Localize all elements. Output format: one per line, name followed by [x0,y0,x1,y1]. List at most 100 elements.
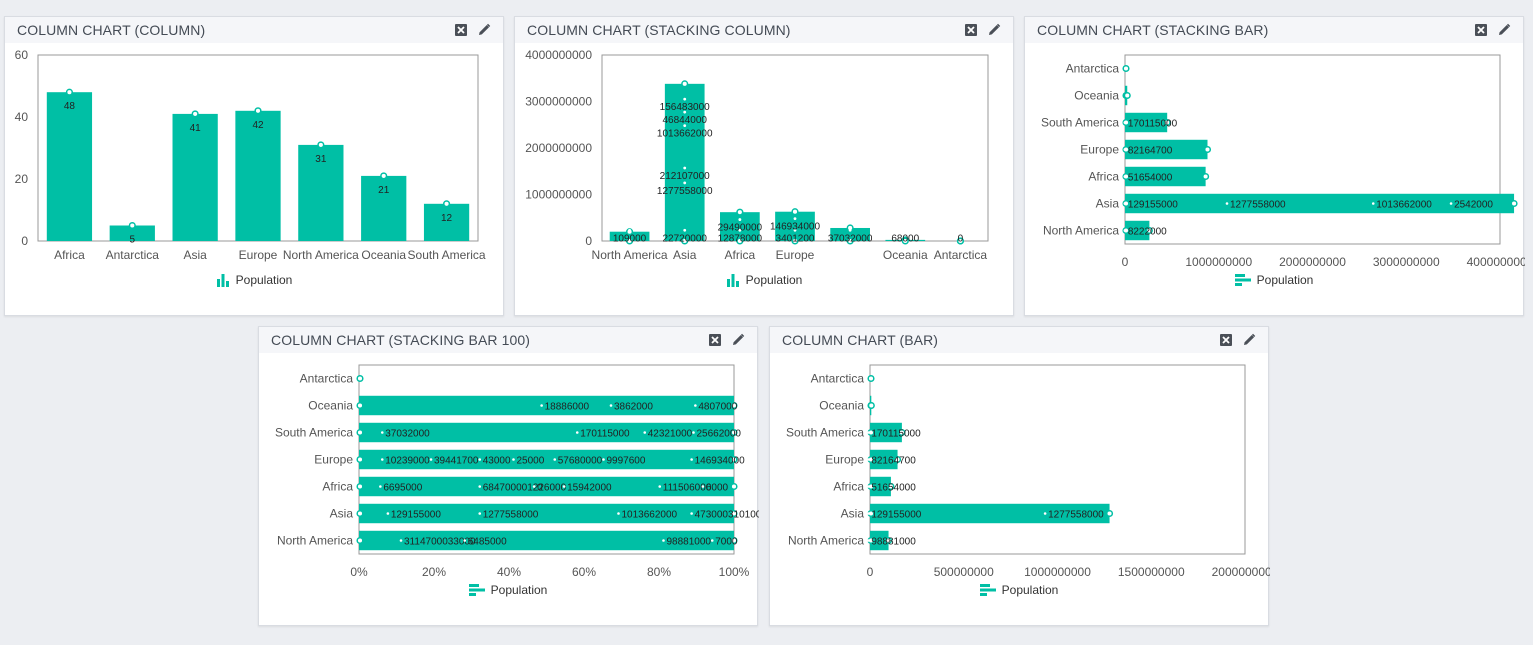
bar-base-marker [356,536,364,545]
segment-label: 47300031010000 [695,510,759,521]
segment-label: 37032000 [385,429,430,440]
data-label: 12 [441,213,453,224]
x-tick-label: 40% [497,565,521,579]
segment-label: 146934000 [695,456,745,467]
segment-label: 1013662000 [622,510,678,521]
legend-item-population[interactable]: Population [1234,273,1313,287]
segment-marker [683,228,687,232]
bar-end-marker [1203,145,1212,154]
close-icon[interactable] [707,332,723,348]
y-tick-label: Oceania [308,399,353,413]
segment-label: 1277558000 [1048,510,1104,521]
x-tick-label: 1000000000 [1185,255,1252,269]
segment-marker [658,485,662,488]
legend-item-population[interactable]: Population [216,273,292,287]
bar [46,92,93,241]
segment-label: 25662000 [697,429,742,440]
x-tick-label: 0 [1122,255,1129,269]
segment-marker [867,458,870,461]
panel-header: COLUMN CHART (BAR) [770,327,1268,353]
segment-label: 170115000 [1128,119,1178,130]
y-tick-label: 0 [21,234,28,248]
bar-chart: 0 500000000 1000000000 1500000000 2000000000… [786,364,1270,579]
bar-end-marker [1510,199,1518,208]
legend-item-population[interactable]: Population [979,583,1058,597]
segment-label: 1277558000 [483,510,539,521]
data-label: 31 [315,154,327,165]
segment-marker [690,512,693,515]
bar-base-marker [356,509,364,518]
close-icon[interactable] [1218,332,1234,348]
chart-panel-bar: COLUMN CHART (BAR) 0 500000000 1000000000 1… [769,326,1270,626]
segment-marker [738,218,742,221]
x-tick-label: 3000000000 [1373,255,1440,269]
segment-label: 3862000 [614,402,653,413]
y-tick-label: North America [788,534,864,548]
legend-label: Population [490,583,548,597]
bar-base-marker [356,455,364,464]
segment-label: 6695000 [383,483,422,494]
segment-marker [478,485,482,488]
segment-label: 42321000 [648,429,693,440]
segment-marker [692,431,695,434]
segment-marker [1449,202,1453,205]
segment-label: 2542000 [1454,200,1493,211]
y-tick-label: 3000000000 [525,95,592,109]
data-label: 42 [252,120,264,131]
y-tick-label: Asia [841,507,865,521]
segment-label: 109000 [613,233,647,244]
segment-marker [553,458,557,461]
legend-item-population[interactable]: Population [468,583,548,597]
y-tick-label: 60 [15,48,29,62]
bar-base-marker [356,401,364,410]
close-icon[interactable] [963,22,979,38]
x-tick-label: 4000000000 [1467,255,1525,269]
segment-marker [540,404,543,407]
pencil-icon[interactable] [1496,22,1512,38]
bar-top-marker [65,88,73,96]
pencil-icon[interactable] [1241,332,1257,348]
segment-marker [683,166,687,170]
segment-label: 29490000 [718,223,763,234]
bar-end-marker [730,482,738,491]
segment-marker [575,431,579,434]
legend-item-population[interactable]: Population [726,273,802,287]
chart-panel-stacking-bar: COLUMN CHART (STACKING BAR) 0 1000000000 2… [1024,16,1525,316]
segment-label: 1277558000 [657,186,713,197]
stacking-bar-chart: 0 1000000000 2000000000 3000000000 400000000… [1041,54,1525,269]
segment-marker [628,228,631,232]
segment-label: 9997600 [607,456,646,467]
panel-header: COLUMN CHART (STACKING COLUMN) [515,17,1013,43]
y-tick-label: Antarctica [300,372,354,386]
pencil-icon[interactable] [730,332,746,348]
segment-marker [379,485,382,488]
y-tick-label: 0 [585,234,592,248]
segment-marker [1123,229,1127,232]
pencil-icon[interactable] [986,22,1002,38]
chart-legend: Population [5,273,503,290]
y-tick-label: South America [275,426,353,440]
segment-marker [1123,202,1127,205]
x-tick-label: North America [283,248,359,262]
segment-marker [643,431,647,434]
y-tick-label: Asia [330,507,354,521]
column-chart-icon [726,274,739,287]
close-icon[interactable] [1473,22,1489,38]
segment-marker [903,228,907,232]
column-chart-icon [216,274,229,287]
panel-title: COLUMN CHART (STACKING BAR 100) [271,332,531,348]
segment-label: 4807000 [698,402,737,413]
pencil-icon[interactable] [476,22,492,38]
segment-label: 8222000 [1128,227,1167,238]
segment-marker [701,485,705,488]
segment-label: 1013662000 [1376,200,1432,211]
bar-base-marker [356,428,364,437]
bar-chart-icon [979,584,996,596]
chart-legend: Population [515,273,1013,290]
y-tick-label: 40 [15,110,29,124]
segment-label: 129155000 [391,510,441,521]
segment-marker [867,431,870,434]
y-tick-label: Africa [1088,170,1119,184]
close-icon[interactable] [453,22,469,38]
segment-marker [386,512,390,515]
